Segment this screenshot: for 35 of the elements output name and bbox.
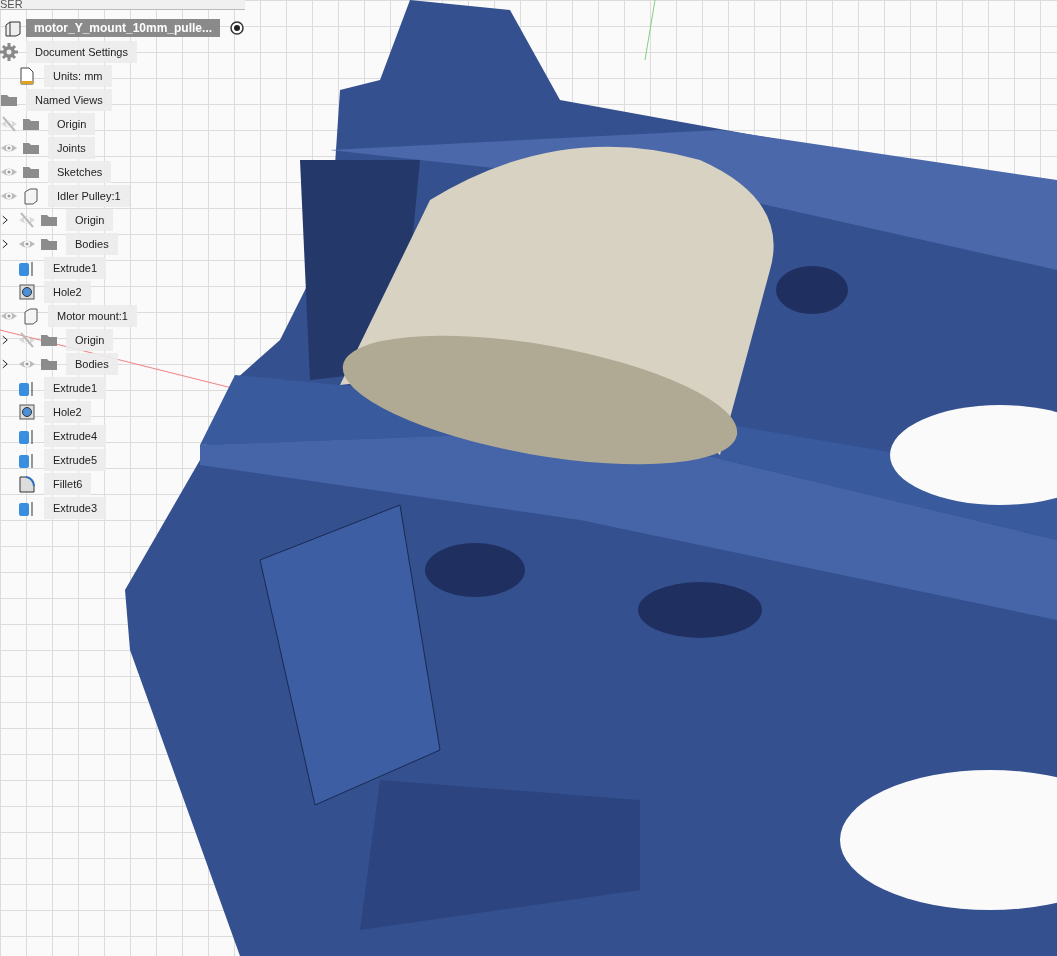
extrude-icon <box>18 379 36 397</box>
tree-item[interactable]: Hole2 <box>44 401 91 423</box>
tree-item[interactable]: Units: mm <box>44 65 112 87</box>
tree-item[interactable]: Bodies <box>66 233 118 255</box>
tree-item[interactable]: Extrude3 <box>44 497 107 519</box>
extrude-icon <box>18 451 36 469</box>
cube-icon <box>22 307 40 325</box>
document-icon <box>18 67 36 85</box>
tree-item[interactable]: Named Views <box>26 89 112 111</box>
tree-item[interactable]: Extrude5 <box>44 449 107 471</box>
tree-item[interactable]: Origin <box>66 329 114 351</box>
fillet-icon <box>18 475 36 493</box>
tree-item[interactable]: Origin <box>66 209 114 231</box>
extrude-icon <box>18 427 36 445</box>
tree-item[interactable]: Origin <box>48 113 96 135</box>
document-component-icon <box>4 19 22 37</box>
extrude-icon <box>18 499 36 517</box>
extrude-icon <box>18 259 36 277</box>
tree-item[interactable]: Joints <box>48 137 95 159</box>
cube-icon <box>22 187 40 205</box>
tree-item[interactable]: Motor mount:1 <box>48 305 137 327</box>
tree-item[interactable]: Sketches <box>48 161 112 183</box>
tree-item[interactable]: Document Settings <box>26 41 137 63</box>
hole-icon <box>18 283 36 301</box>
tree-item[interactable]: Idler Pulley:1 <box>48 185 130 207</box>
panel-title: SER <box>0 0 23 9</box>
hole-icon <box>18 403 36 421</box>
gear-icon <box>0 43 18 61</box>
tree-item[interactable]: Extrude1 <box>44 377 107 399</box>
tree-item[interactable]: Hole2 <box>44 281 91 303</box>
tree-item[interactable]: Extrude4 <box>44 425 107 447</box>
active-radio-icon[interactable] <box>228 19 247 37</box>
tree-item[interactable]: Extrude1 <box>44 257 107 279</box>
tree-item[interactable]: Bodies <box>66 353 118 375</box>
tree-item[interactable]: Fillet6 <box>44 473 92 495</box>
